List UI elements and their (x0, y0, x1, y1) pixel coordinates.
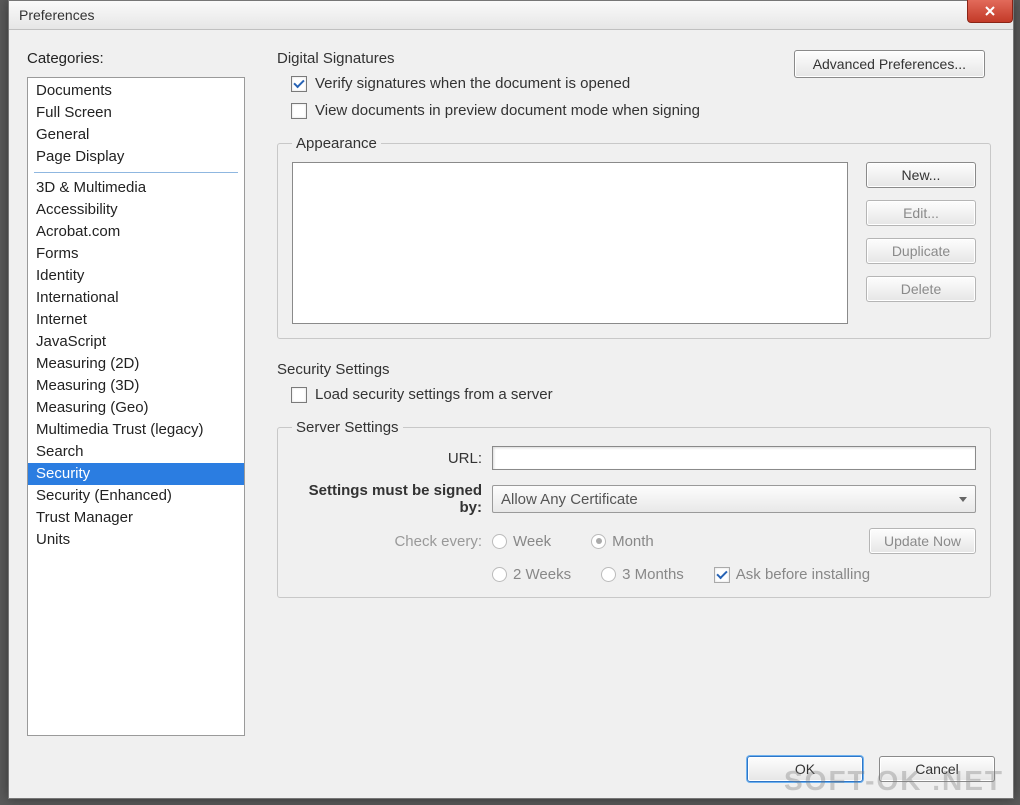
chevron-down-icon (959, 497, 967, 502)
category-trust-manager[interactable]: Trust Manager (28, 507, 244, 529)
category-documents[interactable]: Documents (28, 80, 244, 102)
category-measuring-geo[interactable]: Measuring (Geo) (28, 397, 244, 419)
check-every-label: Check every: (292, 533, 492, 550)
radio-2weeks[interactable] (492, 567, 507, 582)
radio-2weeks-label: 2 Weeks (513, 566, 571, 583)
category-identity[interactable]: Identity (28, 265, 244, 287)
server-settings-legend: Server Settings (292, 419, 403, 436)
category-forms[interactable]: Forms (28, 243, 244, 265)
advanced-preferences-button[interactable]: Advanced Preferences... (794, 50, 985, 78)
dialog-footer: OK Cancel (9, 746, 1013, 798)
digital-signatures-title: Digital Signatures (277, 50, 794, 67)
ask-before-installing-checkbox[interactable] (714, 567, 730, 583)
close-button[interactable] (967, 0, 1013, 23)
category-separator (34, 172, 238, 173)
category-acrobat-com[interactable]: Acrobat.com (28, 221, 244, 243)
appearance-new-button[interactable]: New... (866, 162, 976, 188)
preferences-dialog: Preferences Categories: Documents Full S… (8, 0, 1014, 799)
category-security[interactable]: Security (28, 463, 244, 485)
category-search[interactable]: Search (28, 441, 244, 463)
radio-3months-label: 3 Months (622, 566, 684, 583)
radio-3months[interactable] (601, 567, 616, 582)
appearance-listbox[interactable] (292, 162, 848, 324)
load-security-label: Load security settings from a server (315, 386, 553, 403)
category-security-enhanced[interactable]: Security (Enhanced) (28, 485, 244, 507)
category-measuring-2d[interactable]: Measuring (2D) (28, 353, 244, 375)
verify-signatures-checkbox[interactable] (291, 76, 307, 92)
signed-by-value: Allow Any Certificate (501, 491, 638, 508)
url-label: URL: (292, 450, 492, 467)
ask-before-installing-label: Ask before installing (736, 566, 870, 583)
category-general[interactable]: General (28, 124, 244, 146)
verify-signatures-label: Verify signatures when the document is o… (315, 75, 630, 92)
category-internet[interactable]: Internet (28, 309, 244, 331)
category-international[interactable]: International (28, 287, 244, 309)
security-settings-title: Security Settings (277, 361, 995, 378)
titlebar: Preferences (9, 1, 1013, 30)
load-security-checkbox[interactable] (291, 387, 307, 403)
ok-button[interactable]: OK (747, 756, 863, 782)
window-title: Preferences (19, 7, 94, 23)
appearance-duplicate-button[interactable]: Duplicate (866, 238, 976, 264)
update-now-button[interactable]: Update Now (869, 528, 976, 554)
radio-week[interactable] (492, 534, 507, 549)
appearance-delete-button[interactable]: Delete (866, 276, 976, 302)
category-full-screen[interactable]: Full Screen (28, 102, 244, 124)
appearance-group: Appearance New... Edit... Duplicate Dele… (277, 135, 991, 339)
signed-by-label: Settings must be signed by: (292, 482, 492, 516)
categories-list[interactable]: Documents Full Screen General Page Displ… (27, 77, 245, 736)
radio-month[interactable] (591, 534, 606, 549)
category-units[interactable]: Units (28, 529, 244, 551)
radio-week-label: Week (513, 533, 551, 550)
url-input[interactable] (492, 446, 976, 470)
category-accessibility[interactable]: Accessibility (28, 199, 244, 221)
appearance-legend: Appearance (292, 135, 381, 152)
category-multimedia-trust[interactable]: Multimedia Trust (legacy) (28, 419, 244, 441)
category-javascript[interactable]: JavaScript (28, 331, 244, 353)
cancel-button[interactable]: Cancel (879, 756, 995, 782)
category-measuring-3d[interactable]: Measuring (3D) (28, 375, 244, 397)
signed-by-select[interactable]: Allow Any Certificate (492, 485, 976, 513)
close-icon (985, 3, 995, 19)
appearance-edit-button[interactable]: Edit... (866, 200, 976, 226)
category-page-display[interactable]: Page Display (28, 146, 244, 168)
categories-label: Categories: (27, 50, 245, 67)
server-settings-group: Server Settings URL: Settings must be si… (277, 419, 991, 598)
preview-mode-checkbox[interactable] (291, 103, 307, 119)
category-3d-multimedia[interactable]: 3D & Multimedia (28, 177, 244, 199)
radio-month-label: Month (612, 533, 654, 550)
preview-mode-label: View documents in preview document mode … (315, 102, 700, 119)
